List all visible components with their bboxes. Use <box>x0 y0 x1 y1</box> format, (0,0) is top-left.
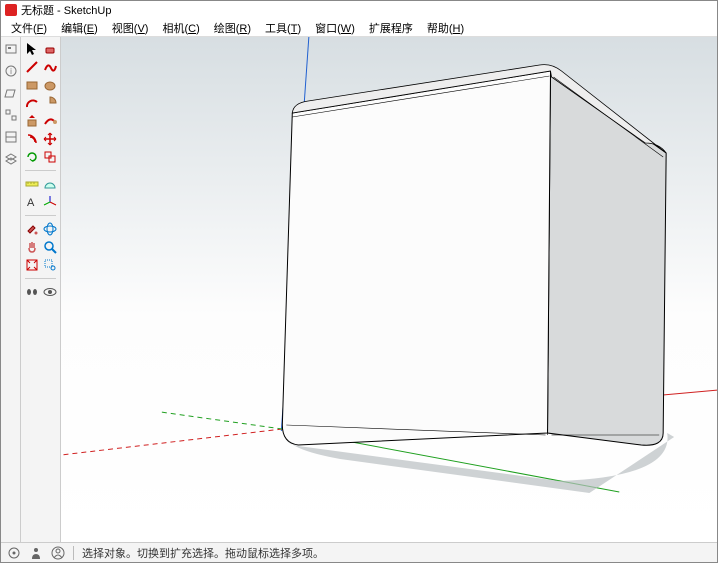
panel-model-info[interactable] <box>3 41 19 57</box>
menu-window[interactable]: 窗口(W) <box>309 19 361 37</box>
scale-tool[interactable] <box>42 149 58 165</box>
app-icon <box>5 4 17 16</box>
line-tool[interactable] <box>24 59 40 75</box>
zoom-tool[interactable] <box>42 239 58 255</box>
menu-file[interactable]: 文件(F) <box>5 19 53 37</box>
toolbar-separator <box>25 170 57 171</box>
panel-layers[interactable] <box>3 151 19 167</box>
menu-view[interactable]: 视图(V) <box>106 19 155 37</box>
menu-ext[interactable]: 扩展程序 <box>363 19 419 37</box>
zoomext-tool[interactable] <box>24 257 40 273</box>
protractor-tool[interactable] <box>42 176 58 192</box>
tape-tool[interactable] <box>24 176 40 192</box>
arc-tool[interactable] <box>24 95 40 111</box>
axes-tool[interactable] <box>42 194 58 210</box>
window-title: 无标题 - SketchUp <box>21 2 111 18</box>
geo-icon[interactable] <box>7 546 21 560</box>
svg-text:i: i <box>10 67 12 76</box>
circle-tool[interactable] <box>42 77 58 93</box>
pan-tool[interactable] <box>24 239 40 255</box>
menu-draw[interactable]: 绘图(R) <box>208 19 257 37</box>
panel-entity-info[interactable]: i <box>3 63 19 79</box>
svg-text:A: A <box>27 197 35 209</box>
menu-edit[interactable]: 编辑(E) <box>55 19 104 37</box>
look-tool[interactable] <box>42 284 58 300</box>
toolbar-separator <box>25 215 57 216</box>
offset-tool[interactable] <box>24 131 40 147</box>
paint-tool[interactable] <box>24 221 40 237</box>
walk-tool[interactable] <box>24 284 40 300</box>
viewport-3d[interactable] <box>61 37 717 542</box>
menubar: 文件(F) 编辑(E) 视图(V) 相机(C) 绘图(R) 工具(T) 窗口(W… <box>1 19 717 37</box>
rectangle-tool[interactable] <box>24 77 40 93</box>
select-tool[interactable] <box>24 41 40 57</box>
statusbar: 选择对象。切换到扩充选择。拖动鼠标选择多项。 <box>1 542 717 562</box>
menu-camera[interactable]: 相机(C) <box>156 19 205 37</box>
main-toolbar: A <box>21 37 61 542</box>
followme-tool[interactable] <box>42 113 58 129</box>
orbit-tool[interactable] <box>42 221 58 237</box>
rotate-tool[interactable] <box>24 149 40 165</box>
menu-help[interactable]: 帮助(H) <box>421 19 470 37</box>
toolbar-separator <box>25 278 57 279</box>
pie-tool[interactable] <box>42 95 58 111</box>
titlebar: 无标题 - SketchUp <box>1 1 717 19</box>
menu-tools[interactable]: 工具(T) <box>259 19 307 37</box>
freehand-tool[interactable] <box>42 59 58 75</box>
scene-canvas <box>61 37 717 542</box>
human-icon[interactable] <box>29 546 43 560</box>
panel-styles[interactable] <box>3 129 19 145</box>
panel-components[interactable] <box>3 107 19 123</box>
profile-icon[interactable] <box>51 546 65 560</box>
move-tool[interactable] <box>42 131 58 147</box>
panels-sidebar: i <box>1 37 21 542</box>
pushpull-tool[interactable] <box>24 113 40 129</box>
eraser-tool[interactable] <box>42 41 58 57</box>
zoomwin-tool[interactable] <box>42 257 58 273</box>
panel-materials[interactable] <box>3 85 19 101</box>
text-tool[interactable]: A <box>24 194 40 210</box>
status-separator <box>73 546 74 560</box>
app-window: 无标题 - SketchUp 文件(F) 编辑(E) 视图(V) 相机(C) 绘… <box>0 0 718 563</box>
body: i <box>1 37 717 542</box>
status-hint: 选择对象。切换到扩充选择。拖动鼠标选择多项。 <box>82 545 324 561</box>
